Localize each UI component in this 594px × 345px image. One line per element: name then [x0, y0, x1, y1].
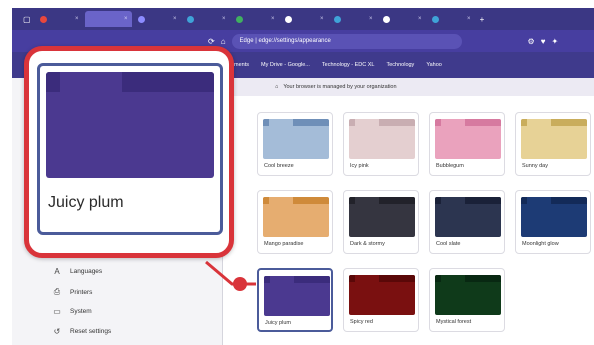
zoomed-theme-preview: [46, 72, 214, 178]
zoomed-theme-label: Juicy plum: [48, 194, 124, 211]
zoomed-preview-tab: [60, 72, 122, 92]
zoom-callout: Juicy plum: [24, 46, 234, 258]
callout-dot: [233, 277, 247, 291]
callout-line: [205, 260, 256, 286]
zoomed-theme-card: Juicy plum: [37, 63, 223, 235]
